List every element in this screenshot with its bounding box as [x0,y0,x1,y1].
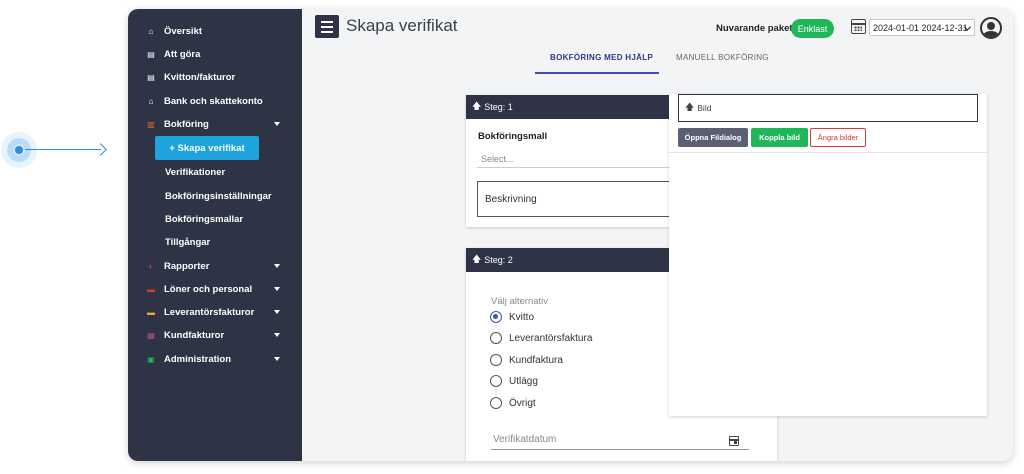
radio-label: Kvitto [509,311,535,323]
sidebar-item-administration[interactable]: ▣ Administration [128,349,302,369]
sidebar-item-bank[interactable]: ⌂ Bank och skattekonto [128,91,302,111]
menu-toggle-button[interactable] [315,15,339,38]
sidebar-item-kvitton[interactable]: ▤ Kvitton/fakturor [128,67,302,87]
fiscal-year-select[interactable]: 2024-01-01 2024-12-31 [869,19,975,36]
sidebar-item-bokforing[interactable]: ▥ Bokföring [128,114,302,134]
template-label: Bokföringsmall [478,131,548,142]
admin-icon: ▣ [147,354,155,364]
sidebar-item-bokforingsmallar[interactable]: Bokföringsmallar [165,209,243,229]
caret-down-icon [274,264,280,268]
caret-down-icon [274,122,280,126]
radio-label: Leverantörsfaktura [509,332,593,344]
sidebar-item-rapporter[interactable]: ◐ Rapporter [128,256,302,276]
description-placeholder: Beskrivning [485,193,537,205]
ledger-icon: ▥ [147,119,155,129]
payroll-icon: ▬ [147,284,155,294]
caret-down-icon [274,333,280,337]
sidebar-item-bokforingsinstallningar[interactable]: Bokföringsinställningar [165,186,272,206]
sidebar: ⌂ Översikt ▤ Att göra ▤ Kvitton/fakturor… [128,9,302,461]
image-field-label: Bild [697,103,712,113]
radio-label: Kundfaktura [509,354,563,366]
template-select-placeholder: Select... [481,153,514,164]
receipt-icon: ▤ [147,72,155,82]
sidebar-item-att-gora[interactable]: ▤ Att göra [128,44,302,64]
calendar-icon [851,19,866,34]
arrow-right-icon [94,143,107,156]
app-window: ⌂ Översikt ▤ Att göra ▤ Kvitton/fakturor… [128,9,1013,461]
tab-bokforing-med-hjalp[interactable]: BOKFÖRING MED HJÄLP [550,53,653,62]
sidebar-item-label: Kvitton/fakturor [164,71,236,83]
voucher-date-field[interactable]: Verifikatdatum [491,434,749,450]
radio-option-leverantorsfaktura[interactable]: Leverantörsfaktura [490,330,592,346]
radio-label: Övrigt [509,397,536,409]
radio-button-checked[interactable] [490,311,502,323]
sidebar-item-verifikationer[interactable]: Verifikationer [165,162,225,182]
arrow-up-icon: 🡅 [685,102,695,112]
user-avatar-icon[interactable] [980,17,1002,39]
radio-button[interactable] [490,354,502,366]
image-field-header[interactable]: 🡅 Bild [678,94,978,122]
active-tab-indicator [535,72,659,74]
sidebar-item-label: Att göra [164,48,201,60]
caret-down-icon [274,310,280,314]
hamburger-icon [321,20,333,23]
todo-list-icon: ▤ [147,49,155,59]
sidebar-item-label: Översikt [164,25,203,37]
voucher-date-placeholder: Verifikatdatum [493,434,557,445]
arrow-up-icon: 🡅 [472,101,482,111]
canvas: ⌂ Översikt ▤ Att göra ▤ Kvitton/fakturor… [0,0,1024,474]
package-badge[interactable]: Enklast [791,19,834,38]
open-file-dialog-button[interactable]: Öppna Fildialog [678,128,748,147]
radio-button[interactable] [490,397,502,409]
sidebar-item-label: Bank och skattekonto [164,95,263,107]
sidebar-item-label: Administration [164,353,232,365]
arrow-up-icon: 🡅 [472,254,482,264]
tab-manuell-bokforing[interactable]: MANUELL BOKFÖRING [676,53,769,62]
choose-option-label: Välj alternativ [491,296,549,307]
step-1-title: Steg: 1 [484,102,513,112]
sidebar-item-tillgangar[interactable]: Tillgångar [165,232,210,252]
bank-icon: ⌂ [148,96,154,106]
sidebar-item-label: Löner och personal [164,283,253,295]
home-icon: ⌂ [148,26,154,36]
sidebar-item-skapa-verifikat[interactable]: + Skapa verifikat [155,136,259,160]
caret-down-icon [274,287,280,291]
package-label: Nuvarande paket [716,23,793,34]
radio-option-ovrigt[interactable]: Övrigt [490,395,536,411]
undo-images-button[interactable]: Ångra bilder [810,128,866,147]
sidebar-item-kundfakturor[interactable]: ▤ Kundfakturor [128,325,302,345]
sidebar-item-label: Kundfakturor [164,329,225,341]
pointer-line [25,149,101,150]
main-content: Skapa verifikat Nuvarande paket Enklast … [302,9,1013,461]
radio-button[interactable] [490,332,502,344]
sidebar-item-oversikt[interactable]: ⌂ Översikt [128,21,302,41]
caret-down-icon [274,357,280,361]
sidebar-item-label: Rapporter [164,260,210,272]
page-title: Skapa verifikat [346,16,458,35]
radio-option-kundfaktura[interactable]: Kundfaktura [490,352,563,368]
step-2-title: Steg: 2 [484,255,513,265]
pointer-dot-icon [13,144,25,156]
panel-divider [669,152,987,153]
calendar-icon[interactable] [729,436,739,446]
customer-invoice-icon: ▤ [147,330,155,340]
radio-button[interactable] [490,375,502,387]
attach-image-button[interactable]: Koppla bild [751,128,808,147]
fiscal-year-value: 2024-01-01 2024-12-31 [873,22,968,33]
radio-option-utlagg[interactable]: Utlägg [490,373,538,389]
radio-label: Utlägg [509,375,538,387]
sidebar-item-leverantorsfakturor[interactable]: ▬ Leverantörsfakturor [128,302,302,322]
supplier-invoice-icon: ▬ [147,307,155,317]
sidebar-item-loner[interactable]: ▬ Löner och personal [128,279,302,299]
sidebar-item-label: Leverantörsfakturor [164,306,255,318]
radio-option-kvitto[interactable]: Kvitto [490,309,534,325]
reports-icon: ◐ [148,261,154,271]
sidebar-item-label: Bokföring [164,118,209,130]
